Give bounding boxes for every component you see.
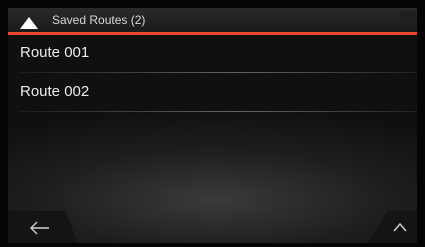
divider [20, 72, 417, 73]
page-title: Saved Routes (2) [52, 13, 146, 27]
list-item[interactable]: Route 002 [8, 74, 417, 112]
arrow-left-icon [30, 221, 49, 235]
footer-bar [8, 211, 417, 243]
routes-list: Route 001 Route 002 [8, 35, 417, 113]
back-button[interactable] [8, 211, 78, 243]
saved-routes-screen: Saved Routes (2) Route 001 Route 002 [0, 0, 425, 247]
triangle-up-icon[interactable] [20, 17, 38, 29]
right-frame [417, 0, 425, 247]
list-item[interactable]: Route 001 [8, 35, 417, 73]
divider [20, 111, 417, 112]
top-frame [0, 0, 425, 8]
chevron-up-icon [393, 222, 407, 232]
scroll-up-button[interactable] [369, 211, 417, 243]
speech-bubble-icon [400, 11, 416, 23]
bottom-frame [0, 243, 425, 247]
left-frame [0, 0, 8, 247]
route-label: Route 002 [20, 83, 90, 100]
header-bar: Saved Routes (2) [8, 8, 417, 32]
route-label: Route 001 [20, 44, 90, 61]
